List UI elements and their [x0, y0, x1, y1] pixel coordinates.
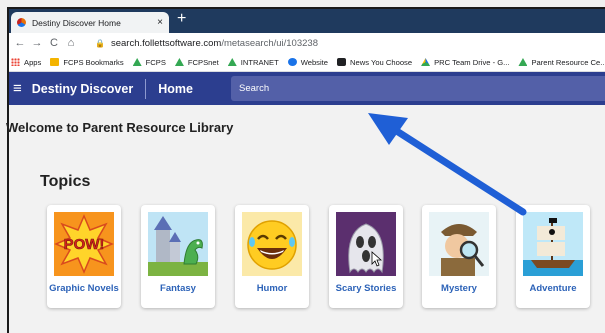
bookmarks-bar: Apps FCPS Bookmarks FCPS FCPSnet INTRANE… [9, 53, 605, 72]
bookmark-prc-team-drive[interactable]: PRC Team Drive - G... [421, 58, 509, 67]
bookmark-label: Apps [24, 57, 42, 67]
bookmark-label: FCPS Bookmarks [63, 57, 124, 67]
bookmark-fcps[interactable]: FCPS [132, 57, 166, 67]
topic-card-graphic-novels[interactable]: POW! Graphic Novels [47, 205, 121, 308]
bookmark-label: Website [300, 57, 328, 67]
adventure-image [523, 212, 583, 276]
topic-card-scary-stories[interactable]: Scary Stories [329, 205, 403, 308]
bookmark-website[interactable]: Website [287, 57, 328, 67]
topic-label: Humor [256, 283, 288, 294]
graphic-novels-image: POW! [54, 212, 114, 276]
brand-title[interactable]: Destiny Discover [32, 78, 147, 99]
home-icon[interactable]: ⌂ [64, 37, 78, 49]
url-host: search.follettsoftware.com [110, 37, 222, 49]
bookmark-label: FCPSnet [187, 57, 219, 67]
mystery-image [429, 212, 489, 276]
topic-label: Fantasy [160, 283, 196, 294]
apps-icon [11, 58, 20, 66]
menu-icon[interactable]: ≡ [13, 80, 22, 97]
scary-stories-image [336, 212, 396, 276]
website-icon [287, 58, 297, 66]
lock-icon[interactable]: 🔒 [95, 39, 105, 48]
forward-icon[interactable]: → [30, 37, 44, 49]
topic-card-fantasy[interactable]: Fantasy [141, 205, 215, 308]
topic-label: Scary Stories [335, 283, 397, 294]
new-tab-button[interactable]: + [177, 10, 186, 28]
fcps-icon [132, 58, 142, 66]
bookmark-parent-resource[interactable]: Parent Resource Ce... [518, 58, 605, 67]
fantasy-image [148, 212, 208, 276]
fcps-icon [518, 58, 528, 66]
humor-image [242, 212, 302, 276]
topic-card-mystery[interactable]: Mystery [422, 205, 496, 308]
bookmark-label: INTRANET [240, 57, 279, 67]
bookmark-fcpsnet[interactable]: FCPSnet [174, 57, 219, 67]
tab-destiny-home[interactable]: Destiny Discover Home × [11, 12, 169, 33]
url-field[interactable]: search.follettsoftware.com/metasearch/ui… [111, 38, 318, 49]
fcps-icon [174, 58, 184, 66]
topic-label: Adventure [529, 283, 577, 294]
search-input[interactable]: Search [231, 76, 605, 101]
topic-label: Graphic Novels [49, 283, 119, 294]
bookmark-label: PRC Team Drive - G... [434, 57, 510, 67]
topic-card-adventure[interactable]: Adventure [516, 205, 590, 308]
topic-card-humor[interactable]: Humor [235, 205, 309, 308]
topics-heading: Topics [40, 173, 91, 190]
bookmark-fcps-bookmarks[interactable]: FCPS Bookmarks [50, 57, 124, 67]
tab-bar: Destiny Discover Home × + [9, 9, 605, 33]
destiny-favicon-icon [17, 18, 26, 27]
home-link[interactable]: Home [158, 82, 193, 96]
topic-label: Mystery [441, 283, 477, 294]
destiny-header: ≡ Destiny Discover Home Search [9, 72, 605, 105]
svg-text:POW!: POW! [64, 236, 105, 253]
bookmark-label: Parent Resource Ce... [531, 57, 605, 67]
bookmark-label: FCPS [145, 57, 166, 67]
fcps-icon [227, 58, 237, 66]
address-bar: ← → C ⌂ 🔒 search.follettsoftware.com/met… [9, 33, 605, 53]
page-title: Welcome to Parent Resource Library [6, 120, 234, 135]
chat-icon [337, 58, 346, 66]
reload-icon[interactable]: C [47, 37, 61, 49]
bookmark-apps[interactable]: Apps [11, 58, 41, 67]
back-icon[interactable]: ← [13, 37, 27, 49]
folder-icon [50, 58, 60, 66]
close-tab-icon[interactable]: × [157, 17, 163, 28]
bookmark-label: News You Choose [350, 57, 413, 67]
drive-icon [421, 58, 431, 66]
url-path: /metasearch/ui/103238 [221, 37, 318, 49]
tab-title: Destiny Discover Home [32, 17, 121, 28]
bookmark-news-you-choose[interactable]: News You Choose [337, 58, 412, 67]
bookmark-intranet[interactable]: INTRANET [227, 57, 279, 67]
